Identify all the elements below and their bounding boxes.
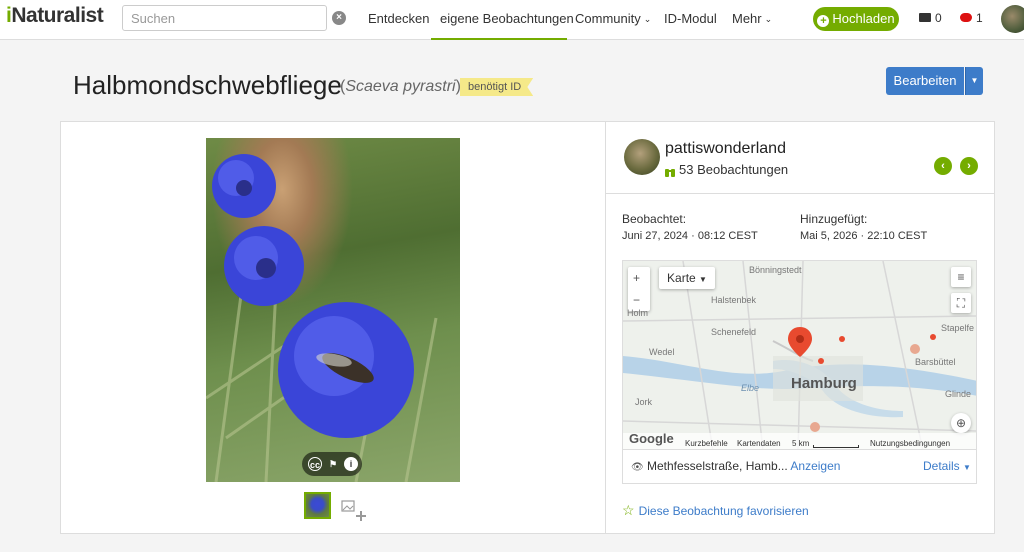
map-scale-bar	[813, 445, 859, 448]
observer-name[interactable]: pattiswonderland	[665, 140, 786, 158]
scientific-name: (Scaeva pyrastri)	[340, 78, 461, 95]
observation-photo[interactable]	[206, 138, 460, 482]
envelope-icon	[919, 13, 931, 22]
chevron-down-icon: ⌄	[764, 14, 773, 24]
map-data-link[interactable]: Kartendaten	[737, 439, 781, 448]
license-icon[interactable]: cc	[308, 457, 322, 471]
clear-search-icon[interactable]: ×	[332, 11, 346, 25]
flag-icon[interactable]: ⚑	[326, 457, 340, 471]
nav-community[interactable]: Community ⌄	[575, 11, 651, 26]
page-title: Halbmondschwebfliege	[73, 70, 342, 100]
edit-dropdown-caret[interactable]: ▼	[965, 67, 983, 95]
terms-link[interactable]: Nutzungsbedingungen	[870, 439, 950, 448]
observer-avatar[interactable]	[624, 139, 660, 175]
divider	[606, 193, 995, 194]
map-scale: 5 km	[792, 439, 810, 448]
messages-button[interactable]: 0	[919, 11, 942, 25]
observation-map[interactable]: + − Karte ▼ ≡ ⛶ ⊕ Bönningstedt Halstenbe…	[622, 260, 977, 450]
binoculars-icon	[665, 164, 675, 177]
favorite-button[interactable]: ☆ Diese Beobachtung favorisieren	[622, 502, 809, 519]
active-tab-indicator	[431, 38, 567, 40]
chevron-down-icon: ⌄	[643, 14, 652, 24]
edit-button[interactable]: Bearbeiten	[886, 67, 964, 95]
google-logo: Google	[629, 431, 674, 446]
plus-icon: +	[817, 15, 830, 27]
next-observation-button[interactable]: ›	[960, 157, 978, 175]
nav-more[interactable]: Mehr ⌄	[732, 11, 772, 26]
location-text: Methfesselstraße, Hamb... Anzeigen	[647, 459, 841, 473]
eye-icon: 👁	[631, 462, 644, 473]
top-navbar: iNaturalist × Entdecken eigene Beobachtu…	[0, 0, 1024, 40]
map-markers	[788, 327, 936, 432]
nav-identify[interactable]: ID-Modul	[664, 11, 717, 26]
added-label: Hinzugefügt:	[800, 212, 868, 226]
observed-label: Beobachtet:	[622, 212, 687, 226]
photo-thumbnail[interactable]	[304, 492, 331, 519]
show-location-link[interactable]: Anzeigen	[790, 459, 840, 473]
star-icon: ☆	[622, 502, 635, 518]
added-date: Mai 5, 2026 · 22:10 CEST	[800, 230, 928, 242]
observer-observation-count[interactable]: 53 Beobachtungen	[679, 162, 788, 177]
upload-button[interactable]: + Hochladen	[813, 7, 899, 31]
keyboard-shortcuts-link[interactable]: Kurzbefehle	[685, 439, 728, 448]
comment-icon	[960, 13, 972, 22]
quality-grade-badge: benötigt ID	[460, 78, 534, 96]
info-icon[interactable]: i	[344, 457, 358, 471]
previous-observation-button[interactable]: ‹	[934, 157, 952, 175]
add-photo-icon[interactable]	[341, 500, 367, 522]
nav-explore[interactable]: Entdecken	[368, 11, 429, 26]
cornflower-photo-illustration	[206, 154, 438, 482]
observed-date: Juni 27, 2024 · 08:12 CEST	[622, 230, 758, 242]
nav-your-observations[interactable]: eigene Beobachtungen	[440, 11, 574, 26]
location-details-dropdown[interactable]: Details ▼	[923, 459, 971, 473]
caret-down-icon: ▼	[963, 463, 971, 472]
user-menu-avatar[interactable]	[1001, 5, 1024, 33]
search-input[interactable]	[122, 5, 327, 31]
inaturalist-logo[interactable]: iNaturalist	[6, 4, 104, 28]
notifications-button[interactable]: 1	[960, 11, 983, 25]
